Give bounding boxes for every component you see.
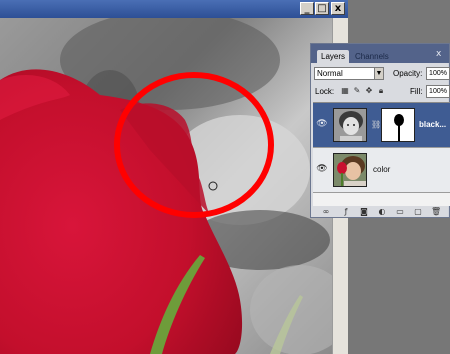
- layer-name-black[interactable]: black...: [419, 119, 446, 130]
- fill-field[interactable]: 100%: [426, 85, 450, 98]
- lock-label: Lock:: [315, 87, 335, 96]
- lock-transparency-icon[interactable]: ▦: [341, 87, 349, 95]
- blend-row: Normal ▼ Opacity: 100%: [314, 67, 450, 81]
- layer-row-black[interactable]: 👁︎ ⛓︎ black...: [313, 103, 450, 148]
- opacity-field[interactable]: 100%: [426, 67, 450, 80]
- new-layer-icon[interactable]: ▢: [413, 207, 423, 217]
- tab-layers[interactable]: Layers: [317, 50, 350, 63]
- layer-thumbnail-grayscale: [333, 108, 367, 142]
- panel-header: Layers Channels x: [311, 44, 449, 63]
- fill-label: Fill:: [410, 87, 423, 96]
- layer-row-color[interactable]: 👁︎ color: [313, 148, 450, 193]
- new-group-icon[interactable]: ▭: [395, 207, 405, 217]
- close-button[interactable]: x: [331, 2, 345, 15]
- blend-mode-value: Normal: [317, 69, 343, 78]
- blend-mode-select[interactable]: Normal ▼: [314, 67, 384, 80]
- dropdown-arrow-icon[interactable]: ▼: [374, 68, 383, 79]
- trash-icon[interactable]: 🗑︎: [431, 207, 441, 217]
- eye-icon[interactable]: 👁︎: [316, 119, 328, 129]
- minimize-button[interactable]: _: [300, 2, 314, 15]
- layer-mask-thumbnail[interactable]: [381, 108, 415, 142]
- document-window: _ □ x: [0, 0, 348, 354]
- workspace-background: [348, 0, 450, 43]
- add-mask-icon[interactable]: ◙: [359, 207, 369, 217]
- image-canvas[interactable]: [0, 18, 332, 354]
- lock-row: Lock: ▦ ✎ ✥ 🔒︎ Fill: 100%: [314, 85, 450, 99]
- layer-thumbnail-color: [333, 153, 367, 187]
- lock-position-icon[interactable]: ✥: [365, 87, 373, 95]
- panel-footer: ∞ ƒ ◙ ◐ ▭ ▢ 🗑︎: [313, 207, 450, 218]
- opacity-label: Opacity:: [393, 69, 423, 78]
- adjustment-layer-icon[interactable]: ◐: [377, 207, 387, 217]
- lock-paint-icon[interactable]: ✎: [353, 87, 361, 95]
- chain-link-icon[interactable]: ⛓︎: [371, 119, 381, 131]
- maximize-button[interactable]: □: [315, 2, 329, 15]
- layer-style-icon[interactable]: ƒ: [341, 207, 351, 217]
- lock-all-icon[interactable]: 🔒︎: [377, 87, 385, 95]
- eye-icon[interactable]: 👁︎: [316, 164, 328, 174]
- panel-close-icon[interactable]: x: [436, 50, 445, 59]
- layers-panel: Layers Channels x Normal ▼ Opacity: 100%…: [310, 43, 450, 218]
- link-layers-icon[interactable]: ∞: [321, 207, 331, 217]
- tab-channels[interactable]: Channels: [351, 50, 393, 63]
- layer-list: 👁︎ ⛓︎ black... 👁︎ color: [313, 102, 450, 206]
- workspace-background-lower: [348, 218, 450, 354]
- canvas-image: [0, 18, 332, 354]
- layer-name-color[interactable]: color: [373, 164, 390, 175]
- document-titlebar: _ □ x: [0, 0, 348, 18]
